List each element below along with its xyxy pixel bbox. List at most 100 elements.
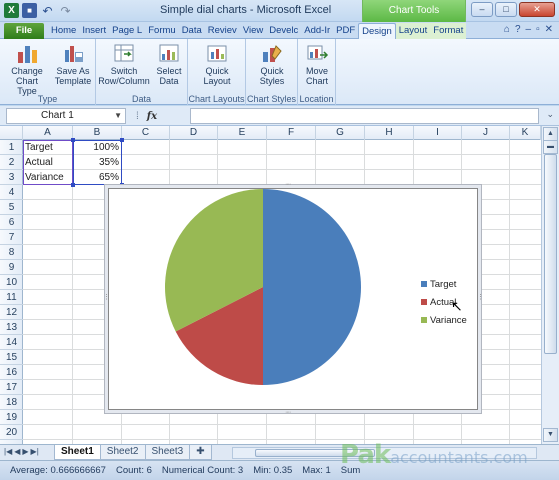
formula-input[interactable] bbox=[190, 108, 539, 124]
column-header[interactable]: G bbox=[316, 126, 365, 140]
split-box-icon[interactable]: ▬ bbox=[543, 140, 558, 154]
tab-pdf[interactable]: PDF bbox=[333, 23, 358, 39]
window-close-icon[interactable]: ✕ bbox=[545, 24, 553, 35]
redo-icon[interactable]: ↷ bbox=[58, 3, 73, 18]
excel-logo-icon[interactable]: X bbox=[4, 3, 19, 18]
minimize-button[interactable]: – bbox=[471, 2, 493, 17]
chevron-down-icon[interactable]: ▼ bbox=[114, 109, 122, 123]
column-header[interactable]: B bbox=[73, 126, 122, 140]
name-box[interactable]: Chart 1 ▼ bbox=[6, 108, 126, 124]
tab-home[interactable]: Home bbox=[48, 23, 79, 39]
first-sheet-icon[interactable]: |◀ bbox=[4, 447, 12, 456]
last-sheet-icon[interactable]: ▶| bbox=[31, 447, 39, 456]
tab-format[interactable]: Format bbox=[430, 23, 467, 39]
tab-insert[interactable]: Insert bbox=[79, 23, 109, 39]
insert-sheet-icon[interactable]: ✚ bbox=[189, 445, 212, 460]
row-header[interactable]: 2 bbox=[0, 155, 23, 170]
vertical-scrollbar[interactable]: ▲ ▬ ▼ bbox=[541, 126, 559, 444]
row-header[interactable]: 6 bbox=[0, 215, 23, 230]
row-header[interactable]: 4 bbox=[0, 185, 23, 200]
tab-data[interactable]: Data bbox=[179, 23, 205, 39]
cell-a3[interactable]: Variance bbox=[23, 170, 73, 185]
row-header[interactable]: 16 bbox=[0, 365, 23, 380]
scroll-down-icon[interactable]: ▼ bbox=[543, 428, 558, 442]
save-icon[interactable]: ■ bbox=[22, 3, 37, 18]
row-header[interactable]: 18 bbox=[0, 395, 23, 410]
tab-add-ins[interactable]: Add-Ir bbox=[301, 23, 333, 39]
legend-item-target[interactable]: Target bbox=[421, 275, 467, 293]
row-header[interactable]: 9 bbox=[0, 260, 23, 275]
select-all-corner[interactable] bbox=[0, 126, 23, 140]
cell-b2[interactable]: 35% bbox=[73, 155, 122, 170]
row-header[interactable]: 19 bbox=[0, 410, 23, 425]
insert-function-button[interactable]: fx bbox=[147, 111, 157, 122]
switch-row-column-button[interactable]: Switch Row/Column bbox=[98, 42, 150, 86]
row-header[interactable]: 3 bbox=[0, 170, 23, 185]
formula-bar-splitter-icon[interactable]: ⁞ bbox=[136, 111, 139, 122]
resize-handle[interactable]: ···· bbox=[285, 181, 291, 188]
range-handle[interactable] bbox=[71, 183, 75, 187]
cell-b1[interactable]: 100% bbox=[73, 140, 122, 155]
tab-file[interactable]: File bbox=[4, 23, 44, 39]
window-restore-icon[interactable]: ▫ bbox=[536, 24, 540, 35]
tab-developer[interactable]: Develc bbox=[266, 23, 301, 39]
scroll-up-icon[interactable]: ▲ bbox=[543, 127, 558, 141]
tab-formulas[interactable]: Formu bbox=[145, 23, 178, 39]
move-chart-button[interactable]: Move Chart bbox=[300, 42, 334, 86]
vertical-scroll-thumb[interactable] bbox=[544, 154, 557, 354]
undo-icon[interactable]: ↶ bbox=[40, 3, 55, 18]
help-icon[interactable]: ? bbox=[515, 24, 521, 35]
group-type-label: Type bbox=[37, 94, 58, 104]
minimize-ribbon-icon[interactable]: ⌂ bbox=[504, 24, 510, 35]
close-button[interactable]: ✕ bbox=[519, 2, 555, 17]
row-header[interactable]: 8 bbox=[0, 245, 23, 260]
expand-formula-bar-icon[interactable]: ⌄ bbox=[546, 109, 554, 120]
row-header[interactable]: 14 bbox=[0, 335, 23, 350]
prev-sheet-icon[interactable]: ◀ bbox=[14, 447, 20, 456]
save-as-template-button[interactable]: Save As Template bbox=[52, 42, 94, 86]
tab-design[interactable]: Design bbox=[358, 23, 396, 39]
range-handle[interactable] bbox=[71, 138, 75, 142]
row-header[interactable]: 1 bbox=[0, 140, 23, 155]
maximize-button[interactable]: □ bbox=[495, 2, 517, 17]
chart-object[interactable]: ···· ···· ⋮ ⋮ Target Actual Variance ↖ bbox=[103, 181, 484, 416]
pie-slice-target[interactable] bbox=[263, 189, 361, 385]
tab-layout[interactable]: Layout bbox=[395, 23, 431, 39]
sheet-tab-sheet1[interactable]: Sheet1 bbox=[54, 445, 101, 460]
column-header[interactable]: E bbox=[218, 126, 267, 140]
column-header[interactable]: F bbox=[267, 126, 316, 140]
worksheet-grid[interactable]: A B C D E F G H I J K 1 2 3 4 5 6 7 8 9 10 11 12 13 1… bbox=[0, 126, 541, 444]
sheet-tab-sheet2[interactable]: Sheet2 bbox=[99, 445, 146, 460]
row-header[interactable]: 11 bbox=[0, 290, 23, 305]
row-header[interactable]: 13 bbox=[0, 320, 23, 335]
row-header[interactable]: 7 bbox=[0, 230, 23, 245]
quick-styles-button[interactable]: Quick Styles bbox=[250, 42, 294, 86]
window-minimize-icon[interactable]: – bbox=[526, 24, 532, 35]
row-header[interactable]: 17 bbox=[0, 380, 23, 395]
column-header[interactable]: J bbox=[462, 126, 510, 140]
change-chart-type-button[interactable]: Change Chart Type bbox=[6, 42, 48, 96]
next-sheet-icon[interactable]: ▶ bbox=[22, 447, 28, 456]
column-header[interactable]: H bbox=[365, 126, 414, 140]
column-header[interactable]: D bbox=[170, 126, 218, 140]
row-header[interactable]: 10 bbox=[0, 275, 23, 290]
row-header[interactable]: 15 bbox=[0, 350, 23, 365]
row-header[interactable]: 12 bbox=[0, 305, 23, 320]
tab-review[interactable]: Reviev bbox=[205, 23, 240, 39]
tab-view[interactable]: View bbox=[240, 23, 266, 39]
select-data-button[interactable]: Select Data bbox=[152, 42, 186, 86]
column-header[interactable]: C bbox=[122, 126, 170, 140]
tab-page-layout[interactable]: Page L bbox=[109, 23, 145, 39]
column-header[interactable]: I bbox=[414, 126, 462, 140]
row-header[interactable]: 5 bbox=[0, 200, 23, 215]
cell-b3[interactable]: 65% bbox=[73, 170, 122, 185]
cell-a1[interactable]: Target bbox=[23, 140, 73, 155]
cell-a2[interactable]: Actual bbox=[23, 155, 73, 170]
sheet-tab-sheet3[interactable]: Sheet3 bbox=[144, 445, 191, 460]
column-header[interactable]: A bbox=[23, 126, 73, 140]
row-header[interactable]: 20 bbox=[0, 425, 23, 440]
column-header[interactable]: K bbox=[510, 126, 541, 140]
quick-layout-button[interactable]: Quick Layout bbox=[192, 42, 242, 86]
range-handle[interactable] bbox=[120, 183, 124, 187]
range-handle[interactable] bbox=[120, 138, 124, 142]
